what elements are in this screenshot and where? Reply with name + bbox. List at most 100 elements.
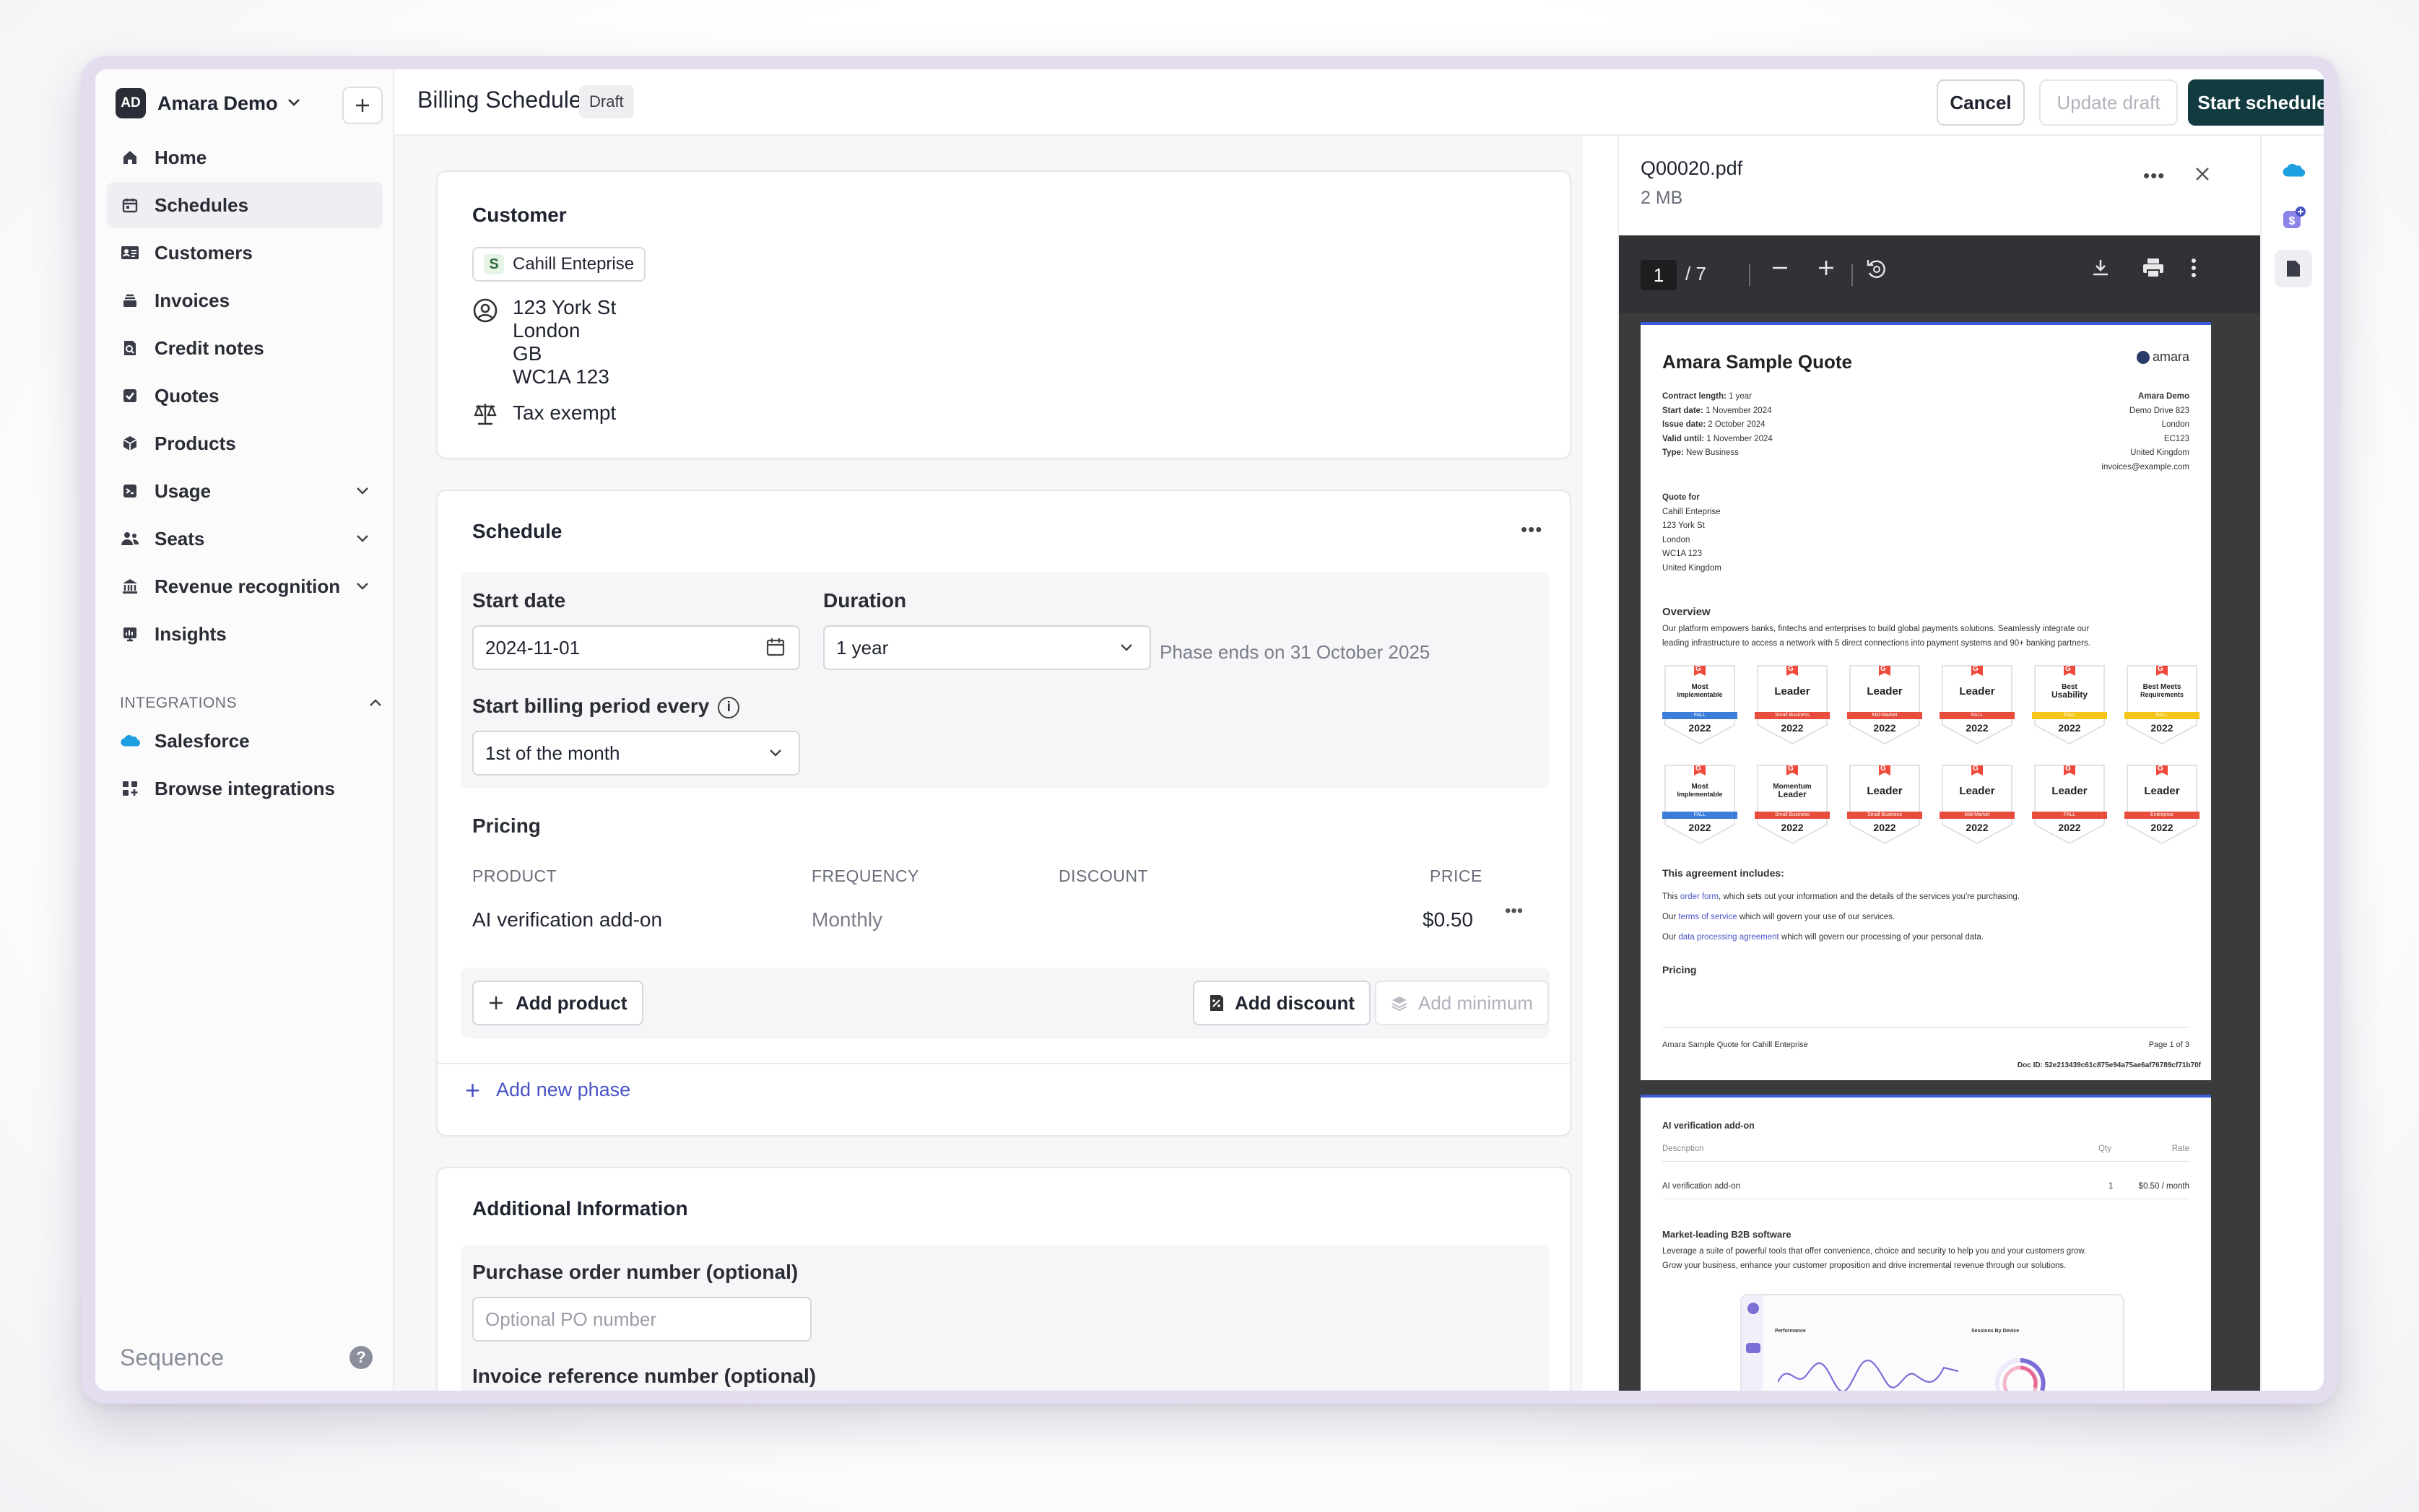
from-line: EC123 <box>2163 434 2189 443</box>
quote-meta: Contract length: 1 year Start date: 1 No… <box>1662 390 1773 461</box>
more-options-icon[interactable]: ••• <box>2143 165 2165 187</box>
add-new-phase-button[interactable]: + Add new phase <box>465 1077 630 1103</box>
sidebar-item-invoices[interactable]: Invoices <box>107 277 383 323</box>
g2-badge-year: 2022 <box>1688 822 1711 833</box>
create-new-button[interactable] <box>342 87 383 124</box>
more-options-icon[interactable]: ••• <box>1521 518 1542 541</box>
sidebar-item-label: Invoices <box>155 289 230 311</box>
zoom-out-icon[interactable] <box>1769 257 1791 285</box>
terms-of-service-link[interactable]: terms of service <box>1678 913 1737 921</box>
integrations-heading: INTEGRATIONS <box>120 695 237 711</box>
agreement-text: , which sets out your information and th… <box>1718 892 2020 901</box>
start-date-input[interactable]: 2024-11-01 <box>472 625 800 670</box>
close-icon[interactable] <box>2194 162 2211 188</box>
sidebar-item-products[interactable]: Products <box>107 420 383 466</box>
divider <box>438 1063 1570 1064</box>
g2-logo-icon: G <box>1973 765 1979 773</box>
g2-badge: G Most Implementable FALL 2022 <box>1662 764 1737 845</box>
chevron-down-icon[interactable] <box>355 482 370 500</box>
meta-value: 1 November 2024 <box>1706 406 1772 415</box>
order-form-link[interactable]: order form <box>1680 892 1719 901</box>
agreement-line: Our data processing agreement which will… <box>1662 927 2020 947</box>
customer-chip[interactable]: S Cahill Enteprise <box>472 247 646 282</box>
col-rate: Rate <box>2171 1144 2189 1153</box>
sidebar-item-label: Salesforce <box>155 729 250 752</box>
stripe-icon[interactable]: $ <box>2275 199 2312 237</box>
g2-badge-name: Implementable <box>1677 791 1723 798</box>
sidebar-item-credit-notes[interactable]: Credit notes <box>107 325 383 371</box>
sidebar-item-seats[interactable]: Seats <box>107 516 383 562</box>
add-product-button[interactable]: Add product <box>472 981 643 1025</box>
sidebar-item-customers[interactable]: Customers <box>107 230 383 276</box>
add-minimum-button[interactable]: Add minimum <box>1375 981 1549 1025</box>
sidebar-item-revenue-recognition[interactable]: Revenue recognition <box>107 563 383 609</box>
line-item-title: AI verification add-on <box>1662 1121 1755 1131</box>
calendar-icon[interactable] <box>765 637 787 659</box>
sidebar-item-usage[interactable]: Usage <box>107 468 383 514</box>
salesforce-icon[interactable] <box>2275 152 2312 189</box>
sidebar-item-schedules[interactable]: Schedules <box>107 182 383 228</box>
integrations-section-toggle[interactable]: INTEGRATIONS <box>120 695 383 712</box>
g2-badge: G Most Implementable FALL 2022 <box>1662 664 1737 745</box>
zoom-in-icon[interactable] <box>1815 257 1837 285</box>
sidebar-item-browse-integrations[interactable]: Browse integrations <box>107 765 383 812</box>
g2-badge-year: 2022 <box>1966 822 1989 833</box>
g2-logo-icon: G <box>2065 765 2071 773</box>
g2-logo-icon: G <box>2158 665 2163 673</box>
meta-key: Issue date: <box>1662 420 1706 429</box>
g2-badge-year: 2022 <box>2150 822 2173 833</box>
sidebar-item-insights[interactable]: Insights <box>107 611 383 657</box>
billing-period-select[interactable]: 1st of the month <box>472 731 800 775</box>
g2-badge-ribbon: FALL <box>1693 812 1706 817</box>
cancel-button[interactable]: Cancel <box>1937 79 2025 126</box>
sidebar-item-label: Credit notes <box>155 336 264 359</box>
print-icon[interactable] <box>2142 257 2165 285</box>
line-item-rate: $0.50 / month <box>2138 1182 2189 1191</box>
update-draft-button[interactable]: Update draft <box>2039 79 2178 126</box>
row-product: AI verification add-on <box>472 908 663 931</box>
g2-badge-ribbon: FALL <box>1693 713 1706 718</box>
plus-icon <box>356 99 369 112</box>
rotate-icon[interactable] <box>1864 257 1888 287</box>
from-line: Amara Demo <box>2138 392 2189 401</box>
line-item-qty: 1 <box>2109 1182 2114 1191</box>
g2-logo-icon: G <box>1880 665 1886 673</box>
g2-badge-ribbon: FALL <box>2155 713 2168 718</box>
g2-badge-year: 2022 <box>1873 822 1896 833</box>
more-vertical-icon[interactable] <box>2189 257 2198 285</box>
g2-badge-top: Most <box>1691 783 1708 791</box>
add-discount-button[interactable]: Add discount <box>1193 981 1371 1025</box>
page-title: Billing Schedule <box>417 87 582 113</box>
integrations-nav: Salesforce Browse integrations <box>107 718 383 813</box>
quote-title: Amara Sample Quote <box>1662 351 1852 373</box>
chevron-down-icon[interactable] <box>355 529 370 548</box>
b2b-line: Leverage a suite of powerful tools that … <box>1662 1247 2087 1256</box>
chevron-down-icon[interactable] <box>355 577 370 596</box>
duration-select[interactable]: 1 year <box>823 625 1151 670</box>
g2-badge-year: 2022 <box>2058 822 2081 833</box>
customer-address: 123 York St London GB WC1A 123 <box>513 296 616 388</box>
g2-badge: G Leader Small Business 2022 <box>1755 664 1830 745</box>
help-icon[interactable]: ? <box>349 1346 373 1369</box>
g2-logo-icon: G <box>1695 665 1701 673</box>
row-more-icon[interactable]: ••• <box>1505 901 1523 921</box>
amara-logo-icon <box>2136 351 2150 365</box>
document-icon[interactable] <box>2275 250 2312 287</box>
tax-status: Tax exempt <box>513 401 617 424</box>
g2-logo-icon: G <box>1788 665 1794 673</box>
meta-key: Type: <box>1662 448 1684 457</box>
download-icon[interactable] <box>2090 257 2111 285</box>
info-icon[interactable]: i <box>718 696 740 718</box>
sidebar-item-label: Browse integrations <box>155 777 335 799</box>
sidebar-item-label: Quotes <box>155 384 220 407</box>
quote-for-label: Quote for <box>1662 493 1700 502</box>
sidebar-item-home[interactable]: Home <box>107 134 383 181</box>
start-schedule-button[interactable]: Start schedule <box>2188 79 2324 126</box>
org-switcher[interactable]: AD Amara Demo <box>116 88 301 118</box>
page-number-input[interactable]: 1 <box>1641 260 1677 290</box>
sidebar-item-salesforce[interactable]: Salesforce <box>107 718 383 764</box>
sidebar-item-quotes[interactable]: Quotes <box>107 373 383 419</box>
data-processing-link[interactable]: data processing agreement <box>1678 933 1779 942</box>
po-number-input[interactable]: Optional PO number <box>472 1297 812 1342</box>
meta-key: Contract length: <box>1662 392 1727 401</box>
